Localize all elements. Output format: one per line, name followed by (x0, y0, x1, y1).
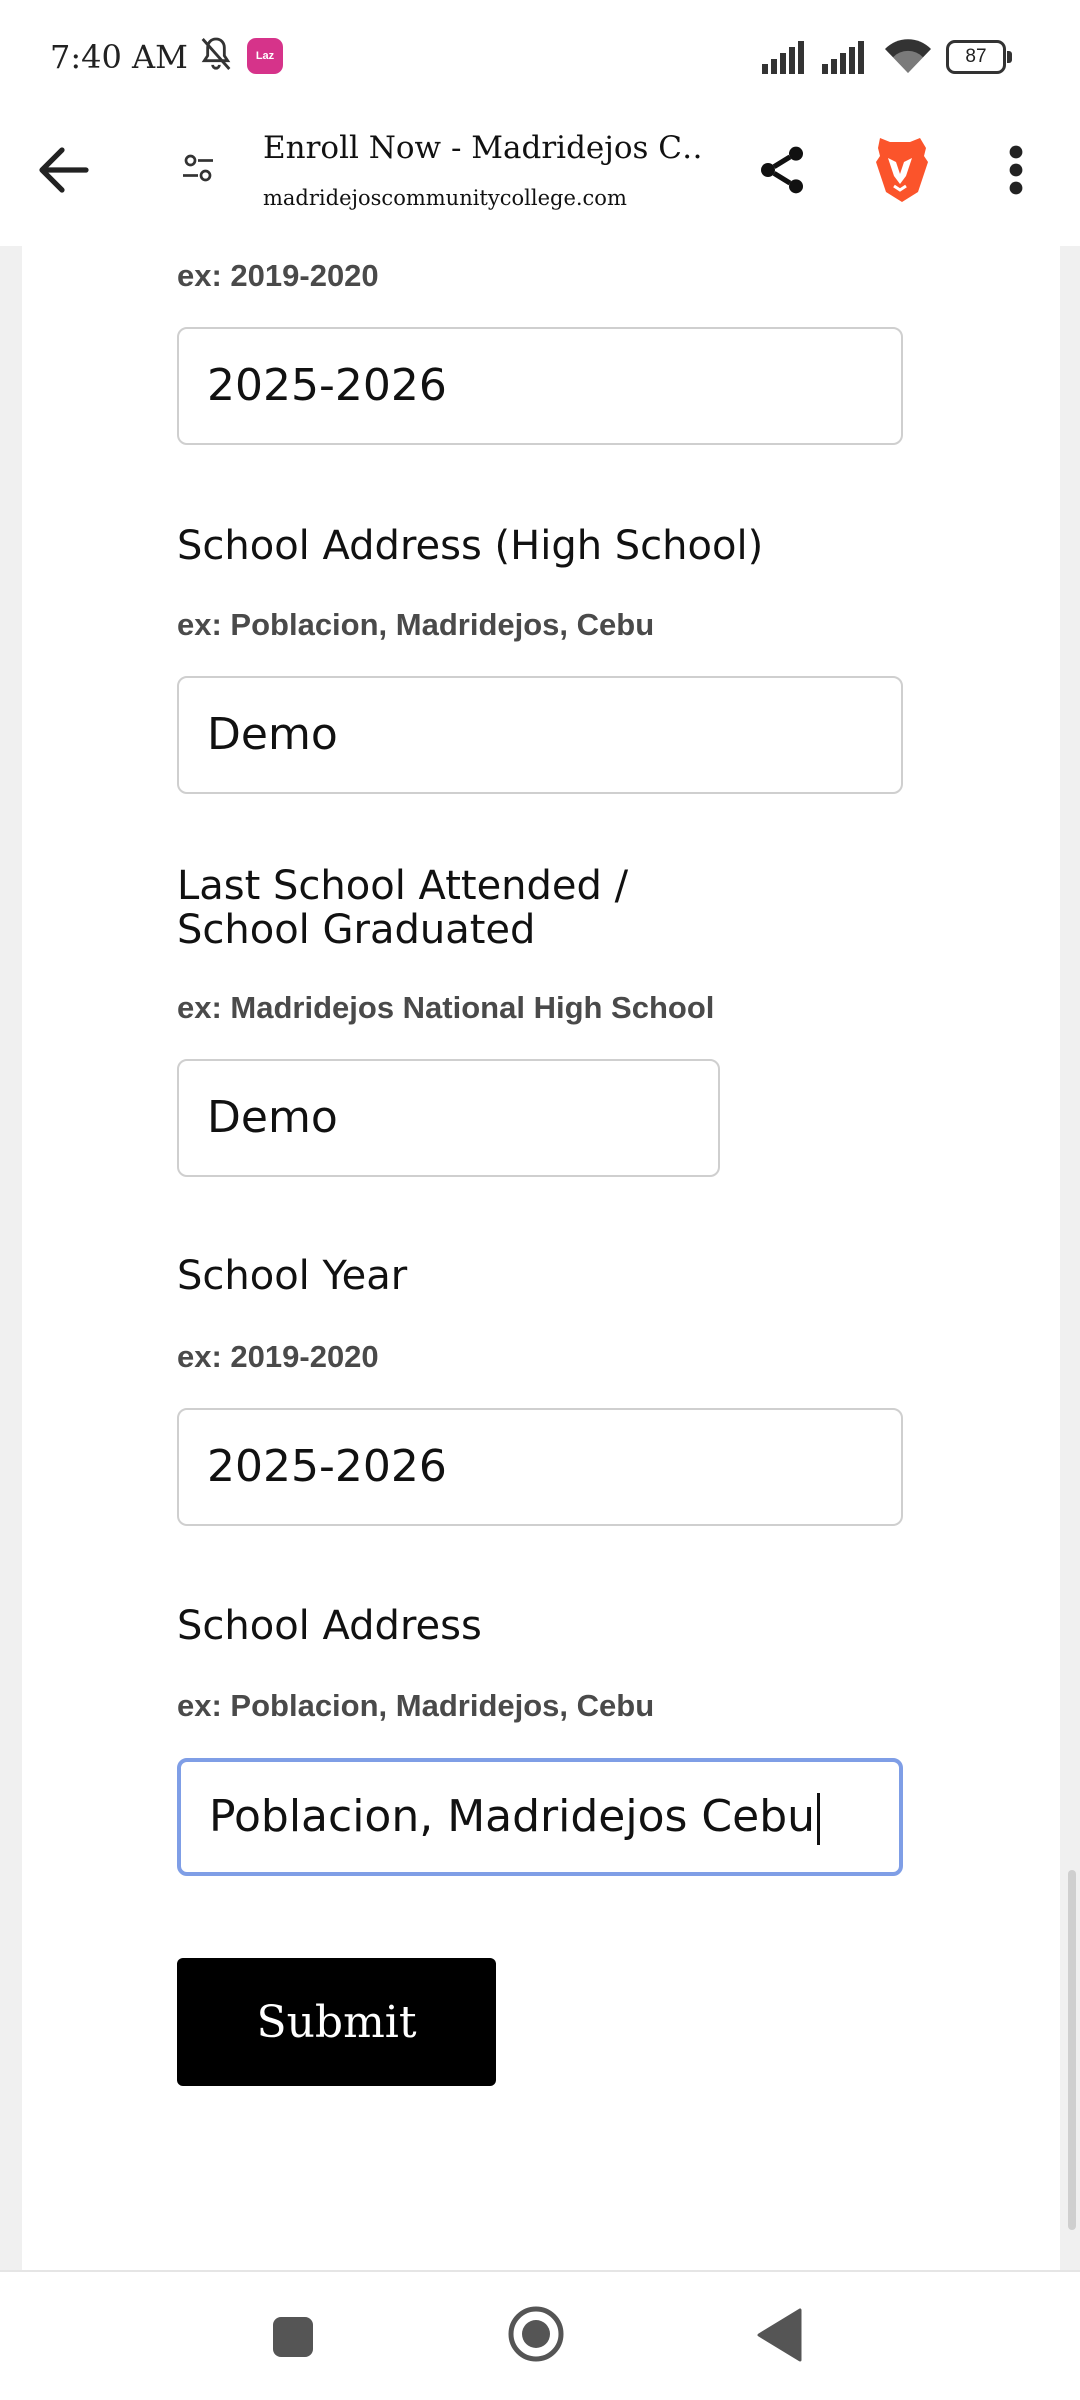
top-year-input[interactable]: 2025-2026 (177, 327, 903, 445)
battery-icon: 87 (946, 40, 1012, 74)
home-icon[interactable] (506, 2304, 566, 2369)
last-school-hint: ex: Madridejos National High School (177, 990, 715, 1025)
school-year-hint: ex: 2019-2020 (177, 1339, 379, 1374)
url-text[interactable]: madridejoscommunitycollege.com (263, 186, 627, 210)
back-arrow-icon[interactable] (38, 146, 90, 199)
bell-off-icon (196, 34, 236, 79)
school-year-value: 2025-2026 (207, 1441, 447, 1492)
hs-address-hint: ex: Poblacion, Madridejos, Cebu (177, 607, 655, 642)
site-settings-icon[interactable] (180, 150, 216, 191)
last-school-label-line1: Last School Attended / (177, 863, 629, 909)
school-address-value: Poblacion, Madridejos Cebu (209, 1791, 816, 1842)
app-badge-icon: Laz (247, 38, 283, 74)
share-icon[interactable] (754, 141, 810, 204)
school-year-input[interactable]: 2025-2026 (177, 1408, 903, 1526)
hs-address-label: School Address (High School) (177, 523, 764, 569)
signal-icon (822, 40, 872, 79)
hs-address-input[interactable]: Demo (177, 676, 903, 794)
recents-icon[interactable] (272, 2316, 314, 2363)
top-year-value: 2025-2026 (207, 360, 447, 411)
brave-lion-icon[interactable] (868, 132, 932, 209)
last-school-input[interactable]: Demo (177, 1059, 720, 1177)
last-school-value: Demo (207, 1092, 338, 1143)
system-nav-bar (0, 2270, 1080, 2400)
submit-button[interactable]: Submit (177, 1958, 496, 2086)
signal-icon (762, 40, 812, 79)
scrollbar[interactable] (1068, 1870, 1076, 2230)
school-address-hint: ex: Poblacion, Madridejos, Cebu (177, 1688, 655, 1723)
top-hint: ex: 2019-2020 (177, 258, 379, 293)
school-address-input[interactable]: Poblacion, Madridejos Cebu (177, 1758, 903, 1876)
school-address-label: School Address (177, 1603, 482, 1649)
school-year-label: School Year (177, 1253, 408, 1299)
wifi-icon (884, 36, 932, 79)
back-triangle-icon[interactable] (756, 2308, 802, 2367)
text-caret (817, 1793, 821, 1845)
status-bar: 7:40 AM Laz 87 (0, 0, 1080, 116)
status-time: 7:40 AM (50, 38, 188, 76)
more-vert-icon[interactable] (1004, 144, 1028, 201)
battery-level: 87 (946, 40, 1006, 74)
tab-title[interactable]: Enroll Now - Madridejos C… (263, 130, 703, 166)
last-school-label-line2: School Graduated (177, 907, 536, 953)
hs-address-value: Demo (207, 709, 338, 760)
